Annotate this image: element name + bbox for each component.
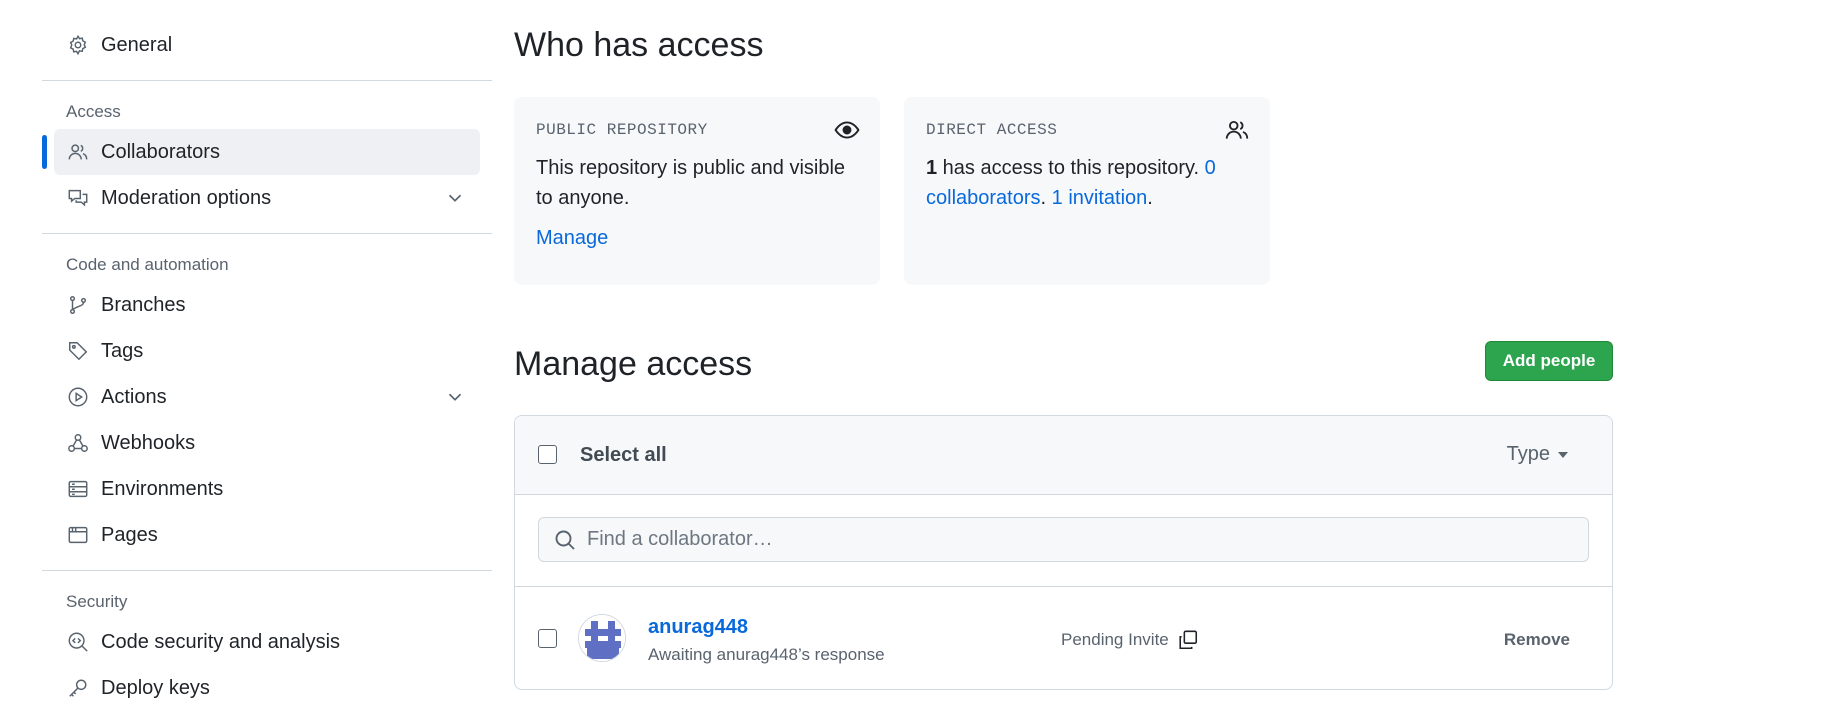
sidebar-item-label: Branches bbox=[101, 293, 186, 316]
access-text: has access to this repository. bbox=[937, 157, 1205, 179]
sidebar-item-moderation[interactable]: Moderation options bbox=[54, 175, 480, 221]
search-input[interactable] bbox=[587, 528, 1567, 551]
gear-icon bbox=[66, 33, 90, 57]
add-people-button[interactable]: Add people bbox=[1485, 341, 1613, 381]
search-row bbox=[515, 495, 1612, 587]
key-icon bbox=[66, 676, 90, 700]
who-has-access-title: Who has access bbox=[514, 26, 764, 64]
sidebar-heading-access: Access bbox=[66, 102, 121, 121]
tag-icon bbox=[66, 339, 90, 363]
browser-icon bbox=[66, 523, 90, 547]
sidebar-item-label: Code security and analysis bbox=[101, 630, 341, 653]
card-text: This repository is public and visible to… bbox=[536, 157, 846, 209]
type-filter-label: Type bbox=[1506, 443, 1550, 465]
sidebar-item-code-security[interactable]: Code security and analysis bbox=[54, 619, 480, 665]
access-count: 1 bbox=[926, 157, 938, 179]
sidebar-divider bbox=[42, 80, 492, 81]
direct-access-card: DIRECT ACCESS 1 has access to this repos… bbox=[904, 97, 1270, 285]
sidebar-item-label: Moderation options bbox=[101, 186, 272, 209]
text-end: . bbox=[1147, 187, 1153, 209]
sidebar-divider bbox=[42, 233, 492, 234]
invitations-count-link[interactable]: 1 invitation bbox=[1052, 187, 1148, 209]
collaborators-panel: Select all Type anurag448 Awaiting anura… bbox=[514, 415, 1613, 690]
sidebar-item-environments[interactable]: Environments bbox=[54, 466, 480, 512]
table-row: anurag448 Awaiting anurag448’s response … bbox=[515, 587, 1612, 689]
search-icon bbox=[553, 528, 577, 552]
sidebar-item-label: General bbox=[101, 33, 173, 56]
sidebar-item-label: Environments bbox=[101, 477, 224, 500]
sidebar-item-actions[interactable]: Actions bbox=[54, 374, 480, 420]
sidebar-item-label: Collaborators bbox=[101, 140, 220, 163]
copy-icon[interactable] bbox=[1177, 629, 1199, 651]
pending-invite-status: Pending Invite bbox=[1061, 629, 1199, 651]
public-repository-card: PUBLIC REPOSITORY This repository is pub… bbox=[514, 97, 880, 285]
sidebar-item-deploy-keys[interactable]: Deploy keys bbox=[54, 665, 480, 711]
type-filter-dropdown[interactable]: Type bbox=[1507, 443, 1568, 466]
sidebar-divider bbox=[42, 570, 492, 571]
git-branch-icon bbox=[66, 293, 90, 317]
caret-down-icon bbox=[1558, 451, 1568, 458]
sidebar-item-pages[interactable]: Pages bbox=[54, 512, 480, 558]
chevron-down-icon[interactable] bbox=[444, 187, 466, 209]
settings-sidebar: General Access Collaborators Moderation … bbox=[42, 22, 492, 711]
server-icon bbox=[66, 477, 90, 501]
collaborator-username-link[interactable]: anurag448 bbox=[648, 616, 748, 639]
codescan-icon bbox=[66, 630, 90, 654]
direct-access-text: 1 has access to this repository. 0 colla… bbox=[926, 153, 1248, 213]
collaborator-search bbox=[538, 517, 1589, 562]
webhook-icon bbox=[66, 431, 90, 455]
sidebar-heading-security: Security bbox=[66, 592, 128, 611]
sidebar-item-general[interactable]: General bbox=[54, 22, 480, 68]
collaborator-status-text: Awaiting anurag448’s response bbox=[648, 645, 885, 664]
sidebar-item-label: Tags bbox=[101, 339, 144, 362]
card-kicker: PUBLIC REPOSITORY bbox=[536, 121, 708, 139]
panel-header: Select all Type bbox=[515, 416, 1612, 495]
pending-invite-label: Pending Invite bbox=[1061, 630, 1169, 649]
sidebar-item-collaborators[interactable]: Collaborators bbox=[42, 129, 480, 175]
row-checkbox[interactable] bbox=[538, 629, 557, 648]
play-icon bbox=[66, 385, 90, 409]
sidebar-heading-code: Code and automation bbox=[66, 255, 229, 274]
select-all-checkbox[interactable] bbox=[538, 445, 557, 464]
manage-visibility-link[interactable]: Manage bbox=[536, 227, 608, 250]
card-kicker: DIRECT ACCESS bbox=[926, 121, 1058, 139]
chevron-down-icon[interactable] bbox=[444, 386, 466, 408]
avatar[interactable] bbox=[578, 614, 626, 662]
sidebar-item-label: Pages bbox=[101, 523, 158, 546]
sidebar-item-branches[interactable]: Branches bbox=[54, 282, 480, 328]
sidebar-item-label: Actions bbox=[101, 385, 167, 408]
sidebar-item-label: Webhooks bbox=[101, 431, 196, 454]
select-all-label: Select all bbox=[580, 444, 667, 466]
sidebar-item-tags[interactable]: Tags bbox=[54, 328, 480, 374]
comment-discussion-icon bbox=[66, 186, 90, 210]
people-icon bbox=[66, 140, 90, 164]
remove-collaborator-button[interactable]: Remove bbox=[1504, 630, 1570, 650]
people-icon bbox=[1224, 117, 1250, 143]
eye-icon bbox=[834, 117, 860, 143]
text-separator: . bbox=[1040, 187, 1052, 209]
manage-access-title: Manage access bbox=[514, 345, 753, 383]
sidebar-item-webhooks[interactable]: Webhooks bbox=[54, 420, 480, 466]
sidebar-item-label: Deploy keys bbox=[101, 676, 210, 699]
